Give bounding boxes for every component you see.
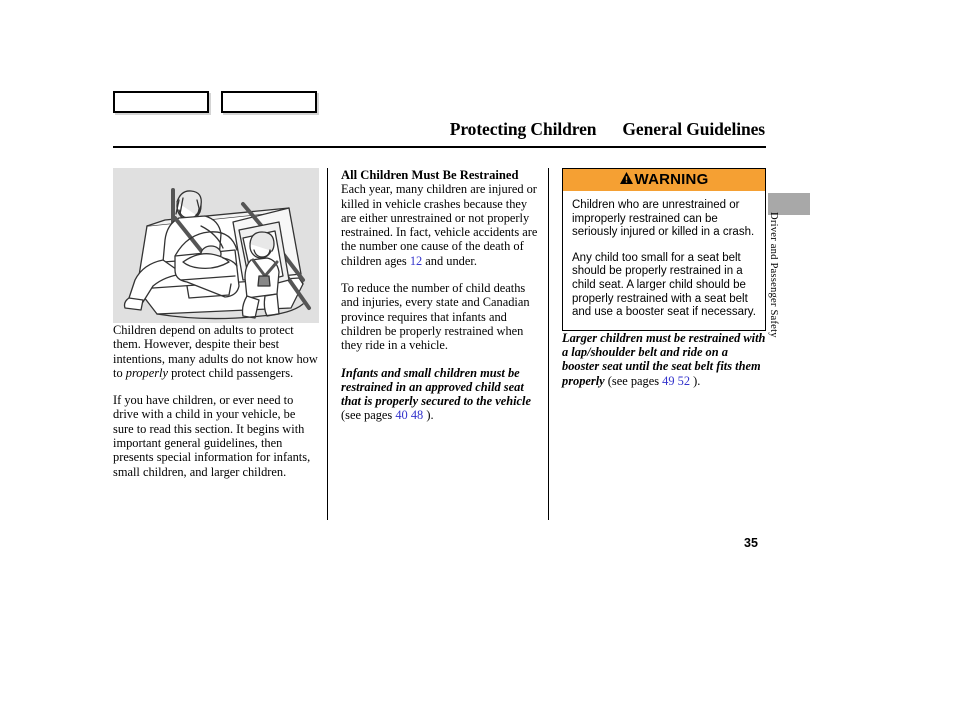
section-edge-tab-label: Driver and Passenger Safety [768,212,779,338]
middle-paragraph-2: To reduce the number of child deaths and… [341,281,530,353]
child-restraint-illustration [113,168,319,323]
top-nav-buttons [113,91,317,113]
left-column: Children depend on adults to protect the… [113,168,319,520]
middle-paragraph-3-end: ). [423,408,434,423]
section-title: Protecting Children [449,119,597,139]
illustration-svg [123,188,311,320]
right-paragraph-see-pages: (see pages [604,373,663,388]
nav-button-next[interactable] [221,91,317,113]
middle-column-heading: All Children Must Be Restrained [341,168,519,182]
left-paragraph-2: If you have children, or ever need to dr… [113,393,311,479]
warning-paragraph-2: Any child too small for a seat belt shou… [572,251,756,319]
page-link-49[interactable]: 49 [662,374,674,388]
right-column: WARNING Children who are unrestrained or… [548,168,766,520]
warning-title: WARNING [634,171,709,188]
warning-header: WARNING [563,169,765,191]
page-content: Children depend on adults to protect the… [113,168,766,520]
nav-button-previous[interactable] [113,91,209,113]
right-paragraph-end: ). [690,373,701,388]
page-link-48[interactable]: 48 [411,408,423,422]
page-link-40[interactable]: 40 [395,408,407,422]
left-paragraph-1-post: protect child passengers. [167,365,294,380]
page-link-12[interactable]: 12 [410,254,422,268]
middle-paragraph-3: Infants and small children must be restr… [341,366,539,423]
page-header: Protecting Children General Guidelines [113,119,766,148]
warning-body: Children who are unrestrained or imprope… [563,191,765,330]
middle-paragraph-3-emphasis: Infants and small children must be restr… [341,365,531,409]
header-titles: Protecting Children General Guidelines [113,119,766,140]
right-paragraph-after-warning: Larger children must be restrained with … [562,331,766,388]
page-link-52[interactable]: 52 [678,374,690,388]
middle-paragraph-1: All Children Must Be Restrained Each year… [341,168,539,268]
warning-paragraph-1: Children who are unrestrained or imprope… [572,199,755,239]
warning-triangle-icon [619,172,633,187]
page-number: 35 [744,536,758,550]
middle-paragraph-3-see-pages: (see pages [341,408,396,423]
middle-paragraph-1-part2: and under. [422,253,477,268]
left-paragraph-1-italic: properly [125,365,168,380]
warning-box: WARNING Children who are unrestrained or… [562,168,766,331]
middle-column: All Children Must Be Restrained Each year… [327,168,539,520]
header-divider-rule [113,146,766,148]
subsection-title: General Guidelines [622,119,765,139]
left-paragraph-1: Children depend on adults to protect the… [113,323,319,380]
